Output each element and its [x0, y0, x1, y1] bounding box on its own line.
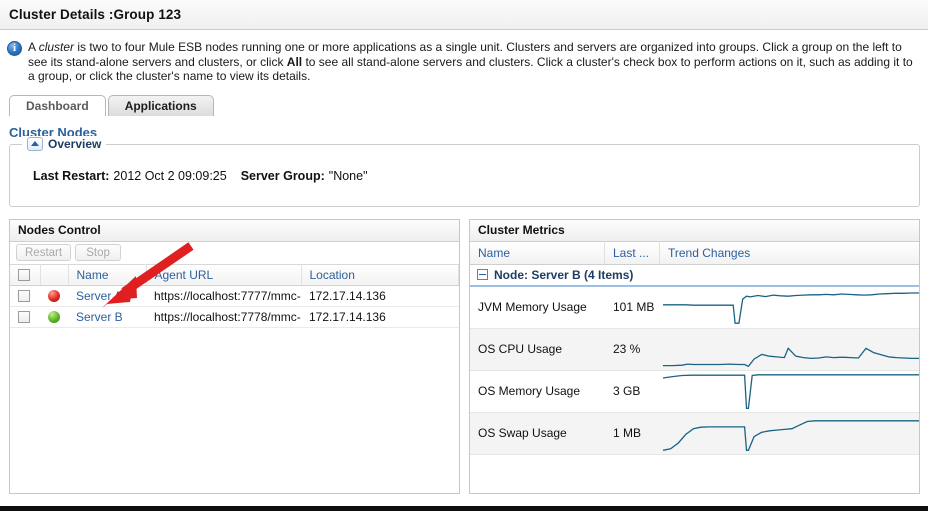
metric-name: JVM Memory Usage	[470, 300, 605, 314]
nodes-table: Name Agent URL Location Server A https:/…	[10, 264, 459, 328]
tab-dashboard-label: Dashboard	[26, 99, 89, 113]
sparkline-svg	[660, 412, 919, 454]
metrics-rows: JVM Memory Usage101 MBOS CPU Usage23 %OS…	[470, 287, 919, 455]
metrics-group-row[interactable]: Node: Server B (4 Items)	[470, 265, 919, 287]
info-text-segment: All	[287, 55, 302, 69]
info-text-segment: cluster	[39, 40, 74, 54]
chevron-up-glyph	[31, 141, 39, 146]
restart-button[interactable]: Restart	[16, 244, 71, 261]
metric-name: OS Memory Usage	[470, 384, 605, 398]
table-row[interactable]: Server A https://localhost:7777/mmc-... …	[10, 285, 459, 306]
overview-fieldset: Overview Last Restart:2012 Oct 2 09:09:2…	[9, 144, 920, 207]
row-name-cell: Server A	[68, 285, 146, 306]
restart-button-label: Restart	[25, 247, 62, 259]
nodes-location-header[interactable]: Location	[301, 264, 459, 285]
select-all-checkbox[interactable]	[18, 269, 30, 281]
info-banner-text: A cluster is two to four Mule ESB nodes …	[28, 40, 920, 84]
node-name-link[interactable]: Server A	[76, 289, 122, 303]
tab-bar: Dashboard Applications	[9, 94, 928, 116]
metric-sparkline	[660, 328, 919, 370]
row-location-cell: 172.17.14.136	[301, 306, 459, 327]
status-orb-red-icon	[48, 290, 60, 302]
node-name-link[interactable]: Server B	[76, 310, 123, 324]
nodes-control-panel: Nodes Control Restart Stop	[9, 219, 460, 494]
metric-last-value: 3 GB	[605, 384, 660, 398]
nodes-control-title: Nodes Control	[10, 220, 459, 242]
page-title: Cluster Details :Group 123	[9, 7, 181, 22]
metric-name: OS Swap Usage	[470, 426, 605, 440]
bottom-bar	[0, 506, 928, 511]
chevron-up-icon[interactable]	[27, 137, 43, 151]
row-select-cell	[10, 306, 40, 327]
metrics-group-label: Node: Server B (4 Items)	[494, 268, 633, 282]
last-restart-label: Last Restart:	[33, 169, 109, 183]
metric-sparkline	[660, 286, 919, 328]
metric-last-value: 23 %	[605, 342, 660, 356]
row-agenturl-cell: https://localhost:7778/mmc-...	[146, 306, 301, 327]
status-orb-green-icon	[48, 311, 60, 323]
tab-dashboard[interactable]: Dashboard	[9, 95, 106, 116]
overview-legend-label: Overview	[48, 137, 101, 151]
cluster-metrics-title: Cluster Metrics	[470, 220, 919, 242]
sparkline-svg	[660, 286, 919, 328]
sparkline-svg	[660, 370, 919, 412]
row-select-cell	[10, 285, 40, 306]
nodes-table-body: Server A https://localhost:7777/mmc-... …	[10, 285, 459, 327]
nodes-name-header[interactable]: Name	[68, 264, 146, 285]
row-status-cell	[40, 285, 68, 306]
minus-box-icon[interactable]	[477, 269, 488, 280]
tab-applications[interactable]: Applications	[108, 95, 214, 116]
overview-legend: Overview	[22, 136, 106, 152]
metrics-name-header[interactable]: Name	[470, 241, 605, 264]
overview-body: Last Restart: 2012 Oct 2 09:09:25 Server G…	[10, 145, 919, 183]
nodes-control-toolbar: Restart Stop	[10, 242, 459, 264]
table-row[interactable]: Server B https://localhost:7778/mmc-... …	[10, 306, 459, 327]
info-circle-icon	[7, 41, 22, 56]
cluster-metrics-panel: Cluster Metrics Name Last ... Trend Chan…	[469, 219, 920, 494]
stop-button-label: Stop	[86, 247, 110, 259]
metric-row[interactable]: OS Memory Usage3 GB	[470, 371, 919, 413]
row-checkbox[interactable]	[18, 290, 30, 302]
nodes-status-header	[40, 264, 68, 285]
row-name-cell: Server B	[68, 306, 146, 327]
sparkline-svg	[660, 328, 919, 370]
cluster-nodes-heading: Cluster Nodes	[9, 125, 928, 140]
row-status-cell	[40, 306, 68, 327]
metric-last-value: 101 MB	[605, 300, 660, 314]
metric-sparkline	[660, 370, 919, 412]
row-agenturl-cell: https://localhost:7777/mmc-...	[146, 285, 301, 306]
info-text-segment: A	[28, 40, 39, 54]
tab-applications-label: Applications	[125, 99, 197, 113]
metric-name: OS CPU Usage	[470, 342, 605, 356]
metric-row[interactable]: JVM Memory Usage101 MB	[470, 287, 919, 329]
stop-button[interactable]: Stop	[75, 244, 121, 261]
last-restart-value: 2012 Oct 2 09:09:25	[113, 169, 226, 183]
metrics-header-row: Name Last ... Trend Changes	[470, 242, 919, 265]
cluster-details-page: Cluster Details :Group 123 A cluster is …	[0, 0, 928, 511]
metric-sparkline	[660, 412, 919, 454]
nodes-table-header-row: Name Agent URL Location	[10, 264, 459, 285]
info-banner: A cluster is two to four Mule ESB nodes …	[0, 30, 928, 92]
row-location-cell: 172.17.14.136	[301, 285, 459, 306]
metric-last-value: 1 MB	[605, 426, 660, 440]
panels-row: Nodes Control Restart Stop	[9, 219, 920, 494]
server-group-value: "None"	[329, 169, 368, 183]
metric-row[interactable]: OS Swap Usage1 MB	[470, 413, 919, 455]
row-checkbox[interactable]	[18, 311, 30, 323]
metrics-trend-header[interactable]: Trend Changes	[660, 241, 919, 264]
server-group-label: Server Group:	[241, 169, 325, 183]
metrics-last-header[interactable]: Last ...	[605, 241, 660, 264]
window-titlebar: Cluster Details :Group 123	[0, 0, 928, 30]
nodes-agenturl-header[interactable]: Agent URL	[146, 264, 301, 285]
metric-row[interactable]: OS CPU Usage23 %	[470, 329, 919, 371]
nodes-select-all-header	[10, 264, 40, 285]
